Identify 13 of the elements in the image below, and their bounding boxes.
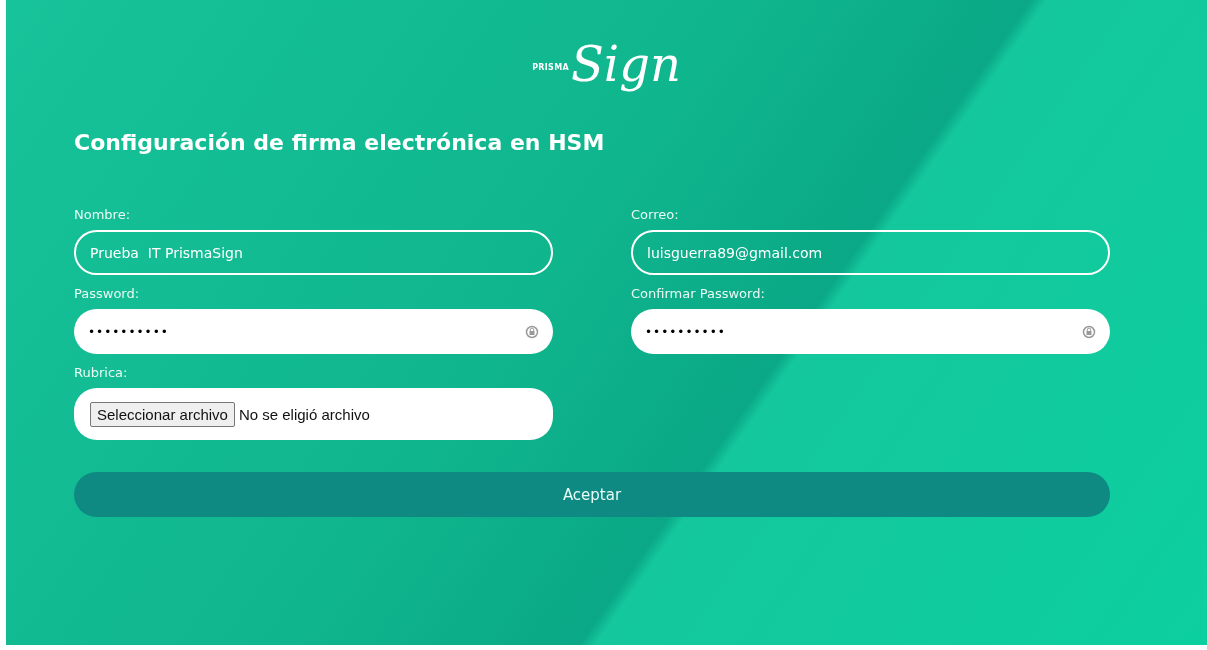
accept-button[interactable]: Aceptar xyxy=(74,472,1110,517)
lock-icon[interactable] xyxy=(1082,323,1096,340)
file-status: No se eligió archivo xyxy=(238,405,370,423)
choose-file-button[interactable]: Seleccionar archivo xyxy=(90,401,235,427)
password-field[interactable]: •••••••••• xyxy=(74,309,553,354)
password-field[interactable]: •••••••••• xyxy=(631,309,1110,354)
field-label: Password: xyxy=(74,285,140,303)
field-label: Rubrica: xyxy=(74,364,128,382)
field-label: Confirmar Password: xyxy=(631,285,765,303)
field-label: Correo: xyxy=(631,206,679,224)
field-label: Nombre: xyxy=(74,206,131,224)
lock-icon[interactable] xyxy=(525,323,539,340)
page-title: Configuración de firma electrónica en HSM xyxy=(74,130,606,157)
